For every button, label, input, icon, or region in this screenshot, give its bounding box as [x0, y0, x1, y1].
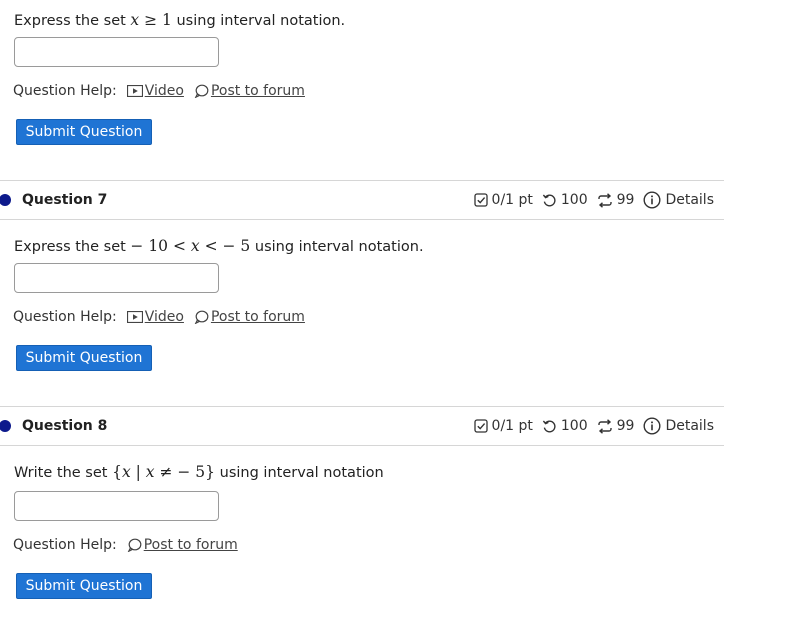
video-icon — [126, 311, 143, 323]
score-check-icon — [473, 193, 488, 207]
q7-help-label: Question Help: — [13, 309, 117, 325]
q8-prompt-pre: Write the set — [14, 465, 113, 481]
q8-forum-label: Post to forum — [143, 537, 238, 553]
q7-prompt-post: using interval notation. — [250, 239, 424, 255]
q8-prompt-post: using interval notation — [215, 465, 384, 481]
q7-video-label: Video — [144, 309, 184, 325]
q6-video-link[interactable]: Video — [126, 83, 184, 99]
q8-header: Question 8 0/1 pt 100 99 Details — [0, 406, 724, 446]
q6-prompt: Express the set x ≥ 1 using interval not… — [14, 11, 345, 29]
forum-icon — [194, 84, 209, 98]
q7-prompt-pre: Express the set — [14, 239, 131, 255]
q8-retries: 100 — [542, 418, 588, 434]
q8-help-label: Question Help: — [13, 537, 117, 553]
q8-question-help: Question Help: Post to forum — [13, 537, 248, 553]
q7-retries: 100 — [542, 192, 588, 208]
q6-forum-label: Post to forum — [210, 83, 305, 99]
status-dot — [0, 194, 11, 206]
score-check-icon — [473, 419, 488, 433]
q7-answer-input[interactable] — [14, 263, 219, 293]
q7-meta: 0/1 pt 100 99 Details — [465, 191, 714, 209]
retry-icon — [542, 194, 556, 206]
q6-help-label: Question Help: — [13, 83, 117, 99]
q8-meta: 0/1 pt 100 99 Details — [465, 417, 714, 435]
q7-retries-text: 100 — [560, 192, 588, 208]
info-icon — [643, 191, 661, 209]
q8-title: Question 8 — [22, 418, 108, 434]
q7-score-text: 0/1 pt — [491, 192, 533, 208]
q8-math-var2: x — [145, 463, 155, 481]
q8-math-close: } — [205, 463, 216, 481]
q8-retries-text: 100 — [560, 418, 588, 434]
q7-details-text: Details — [665, 192, 714, 208]
attempts-icon — [597, 418, 612, 434]
retry-icon — [542, 420, 556, 432]
q7-prompt: Express the set − 10 < x < − 5 using int… — [14, 237, 424, 255]
q7-header: Question 7 0/1 pt 100 99 Details — [0, 180, 724, 220]
q7-math-a: − 10 < — [130, 237, 191, 255]
q6-submit-button[interactable]: Submit Question — [16, 119, 152, 145]
q7-attempts: 99 — [597, 192, 635, 208]
q8-attempts: 99 — [597, 418, 635, 434]
q8-details-link[interactable]: Details — [643, 417, 714, 435]
q7-submit-button[interactable]: Submit Question — [16, 345, 152, 371]
q7-forum-link[interactable]: Post to forum — [194, 309, 305, 325]
q7-math-b: < − 5 — [199, 237, 251, 255]
q6-question-help: Question Help: Video Post to forum — [13, 83, 315, 99]
q8-score-text: 0/1 pt — [491, 418, 533, 434]
q7-question-help: Question Help: Video Post to forum — [13, 309, 315, 325]
q7-attempts-text: 99 — [616, 192, 635, 208]
video-icon — [126, 85, 143, 97]
attempts-icon — [597, 192, 612, 208]
q6-video-label: Video — [144, 83, 184, 99]
q7-video-link[interactable]: Video — [126, 309, 184, 325]
q8-math-rest: ≠ − 5 — [154, 463, 206, 481]
q8-math-open: { — [112, 463, 122, 481]
q8-answer-input[interactable] — [14, 491, 219, 521]
q6-math-op: ≥ — [139, 11, 162, 29]
info-icon — [643, 417, 661, 435]
q7-score: 0/1 pt — [473, 192, 533, 208]
q8-math-var1: x — [121, 463, 131, 481]
q8-prompt: Write the set {x | x ≠ − 5} using interv… — [14, 463, 384, 481]
q7-title: Question 7 — [22, 192, 108, 208]
q8-attempts-text: 99 — [616, 418, 635, 434]
q6-forum-link[interactable]: Post to forum — [194, 83, 305, 99]
q7-forum-label: Post to forum — [210, 309, 305, 325]
q6-math-num: 1 — [162, 11, 172, 29]
q8-details-text: Details — [665, 418, 714, 434]
q6-prompt-pre: Express the set — [14, 13, 131, 29]
q7-details-link[interactable]: Details — [643, 191, 714, 209]
q6-math-var: x — [130, 11, 140, 29]
status-dot — [0, 420, 11, 432]
q6-answer-input[interactable] — [14, 37, 219, 67]
q7-math-var: x — [190, 237, 200, 255]
q8-forum-link[interactable]: Post to forum — [127, 537, 238, 553]
forum-icon — [194, 310, 209, 324]
q8-math-bar: | — [130, 463, 146, 481]
q8-score: 0/1 pt — [473, 418, 533, 434]
q8-submit-button[interactable]: Submit Question — [16, 573, 152, 599]
q6-prompt-post: using interval notation. — [171, 13, 346, 29]
forum-icon — [127, 538, 142, 552]
